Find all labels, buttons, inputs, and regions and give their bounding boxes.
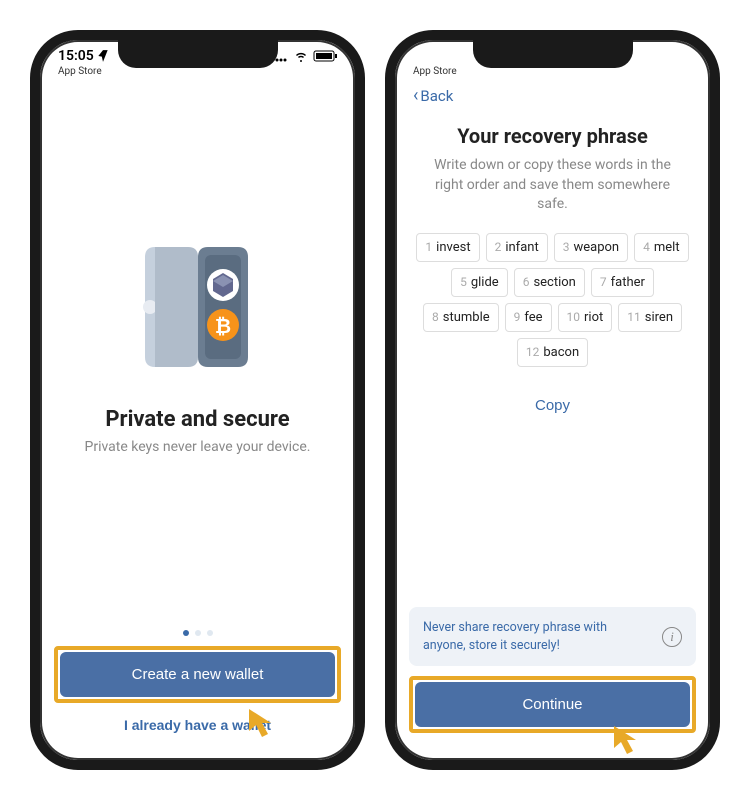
- page-dots: [54, 630, 341, 636]
- back-button[interactable]: ‹ Back: [409, 77, 696, 116]
- warning-box: Never share recovery phrase with anyone,…: [409, 607, 696, 666]
- create-wallet-button[interactable]: Create a new wallet: [60, 652, 335, 697]
- recovery-subtitle: Write down or copy these words in the ri…: [409, 156, 696, 215]
- word-chip: 5 glide: [451, 268, 508, 297]
- recovery-content: Your recovery phrase Write down or copy …: [409, 116, 696, 607]
- battery-icon: [313, 50, 337, 62]
- already-have-wallet-button[interactable]: I already have a wallet: [54, 717, 341, 733]
- word-number: 2: [495, 240, 502, 254]
- word-chip: 12bacon: [517, 338, 588, 367]
- svg-text:₿: ₿: [214, 314, 230, 338]
- word-chip: 1 invest: [416, 233, 479, 262]
- location-icon: [96, 49, 110, 63]
- word-chip: 4 melt: [634, 233, 688, 262]
- onboarding-subtitle: Private keys never leave your device.: [75, 438, 321, 458]
- wifi-icon: [293, 50, 309, 62]
- cursor-icon: [610, 722, 646, 758]
- highlight-continue: Continue: [409, 676, 696, 733]
- phone-right: App Store ‹ Back Your recovery phrase Wr…: [385, 30, 720, 770]
- word-number: 5: [460, 275, 467, 289]
- word-number: 11: [627, 310, 641, 324]
- cursor-icon: [245, 705, 281, 741]
- word-text: siren: [645, 310, 673, 325]
- word-text: stumble: [443, 310, 490, 325]
- word-text: riot: [584, 310, 603, 325]
- word-text: infant: [505, 240, 538, 255]
- word-number: 4: [643, 240, 650, 254]
- center-content: ₿ Private and secure Private keys never …: [54, 77, 341, 618]
- word-chip: 3weapon: [554, 233, 628, 262]
- copy-button[interactable]: Copy: [535, 397, 570, 414]
- chevron-left-icon: ‹: [413, 85, 418, 106]
- word-number: 1: [425, 240, 432, 254]
- dot-1: [183, 630, 189, 636]
- words-grid: 1invest2infant3weapon4melt5glide6section…: [409, 233, 696, 367]
- word-text: invest: [436, 240, 470, 255]
- word-chip: 8 stumble: [423, 303, 499, 332]
- word-text: father: [611, 275, 645, 290]
- word-chip: 7 father: [591, 268, 654, 297]
- word-chip: 2infant: [486, 233, 548, 262]
- word-chip: 9fee: [505, 303, 552, 332]
- word-number: 9: [514, 310, 521, 324]
- notch: [473, 40, 633, 68]
- word-text: section: [533, 275, 575, 290]
- word-number: 12: [526, 345, 540, 359]
- status-right: [271, 50, 337, 62]
- safe-illustration: ₿: [133, 237, 263, 377]
- notch: [118, 40, 278, 68]
- onboarding-screen: ₿ Private and secure Private keys never …: [40, 77, 355, 747]
- back-label: Back: [420, 87, 453, 105]
- word-chip: 10riot: [558, 303, 613, 332]
- warning-text: Never share recovery phrase with anyone,…: [423, 619, 652, 654]
- highlight-create: Create a new wallet: [54, 646, 341, 703]
- recovery-title: Your recovery phrase: [409, 124, 696, 148]
- dot-3: [207, 630, 213, 636]
- status-time: 15:05: [58, 48, 94, 64]
- dot-2: [195, 630, 201, 636]
- word-number: 10: [567, 310, 581, 324]
- word-text: glide: [471, 275, 499, 290]
- word-chip: 6section: [514, 268, 585, 297]
- word-text: fee: [524, 310, 542, 325]
- phone-left: 15:05 App Store ₿ Private and secu: [30, 30, 365, 770]
- continue-button[interactable]: Continue: [415, 682, 690, 727]
- word-text: weapon: [573, 240, 619, 255]
- onboarding-title: Private and secure: [105, 407, 289, 432]
- word-number: 7: [600, 275, 607, 289]
- word-chip: 11 siren: [618, 303, 682, 332]
- word-number: 6: [523, 275, 530, 289]
- word-number: 3: [563, 240, 570, 254]
- info-icon[interactable]: i: [662, 627, 682, 647]
- word-text: melt: [654, 240, 680, 255]
- word-number: 8: [432, 310, 439, 324]
- word-text: bacon: [543, 345, 579, 360]
- recovery-screen: ‹ Back Your recovery phrase Write down o…: [395, 77, 710, 747]
